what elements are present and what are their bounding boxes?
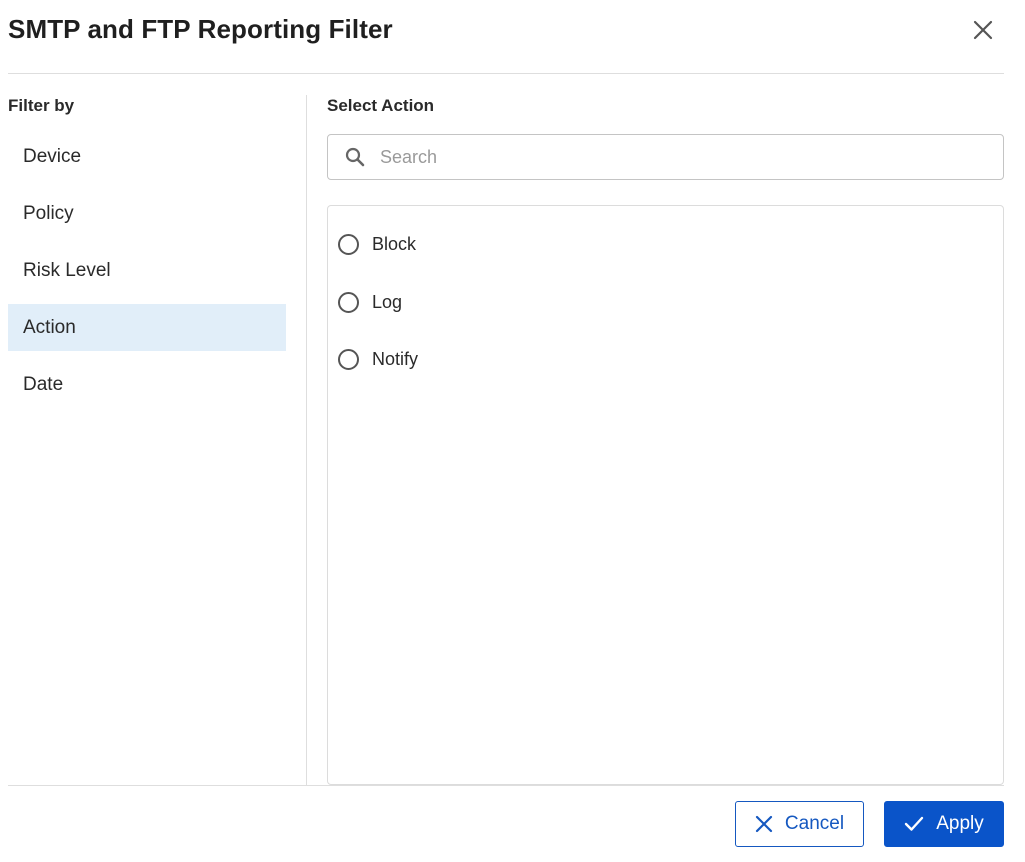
radio-button[interactable] [338, 349, 359, 370]
option-label: Log [372, 292, 403, 312]
option-label: Notify [372, 349, 419, 369]
filter-item-policy[interactable]: Policy [8, 190, 286, 237]
filter-item-action[interactable]: Action [8, 304, 286, 351]
filter-dialog: SMTP and FTP Reporting Filter Filter by … [0, 0, 1025, 862]
filter-item-label: Policy [23, 202, 74, 224]
apply-button[interactable]: Apply [884, 801, 1004, 847]
close-icon [755, 815, 773, 833]
search-icon [345, 147, 365, 167]
action-options-list: Block Log Notify [327, 205, 1004, 785]
filter-item-label: Risk Level [23, 259, 111, 281]
filter-category-list: Device Policy Risk Level Action Date [8, 133, 286, 418]
header-divider [8, 73, 1004, 74]
filter-item-date[interactable]: Date [8, 361, 286, 408]
dialog-title: SMTP and FTP Reporting Filter [8, 14, 393, 44]
filter-item-device[interactable]: Device [8, 133, 286, 180]
option-notify[interactable]: Notify [338, 349, 418, 370]
filter-item-label: Device [23, 145, 82, 167]
close-button[interactable] [968, 17, 998, 47]
cancel-button[interactable]: Cancel [735, 801, 864, 847]
option-block[interactable]: Block [338, 234, 416, 255]
footer-divider [8, 785, 1004, 786]
option-label: Block [372, 234, 417, 254]
search-box[interactable] [327, 134, 1004, 180]
checkmark-icon [904, 816, 924, 832]
radio-button[interactable] [338, 234, 359, 255]
close-icon [973, 20, 993, 45]
option-log[interactable]: Log [338, 292, 402, 313]
filter-item-risk-level[interactable]: Risk Level [8, 247, 286, 294]
filter-item-label: Date [23, 373, 64, 395]
filter-item-label: Action [23, 316, 76, 338]
select-action-heading: Select Action [327, 96, 435, 115]
cancel-label: Cancel [784, 813, 845, 834]
apply-label: Apply [936, 813, 984, 834]
column-divider [306, 95, 307, 785]
filter-by-heading: Filter by [8, 96, 75, 115]
radio-button[interactable] [338, 292, 359, 313]
search-input[interactable] [378, 145, 982, 169]
